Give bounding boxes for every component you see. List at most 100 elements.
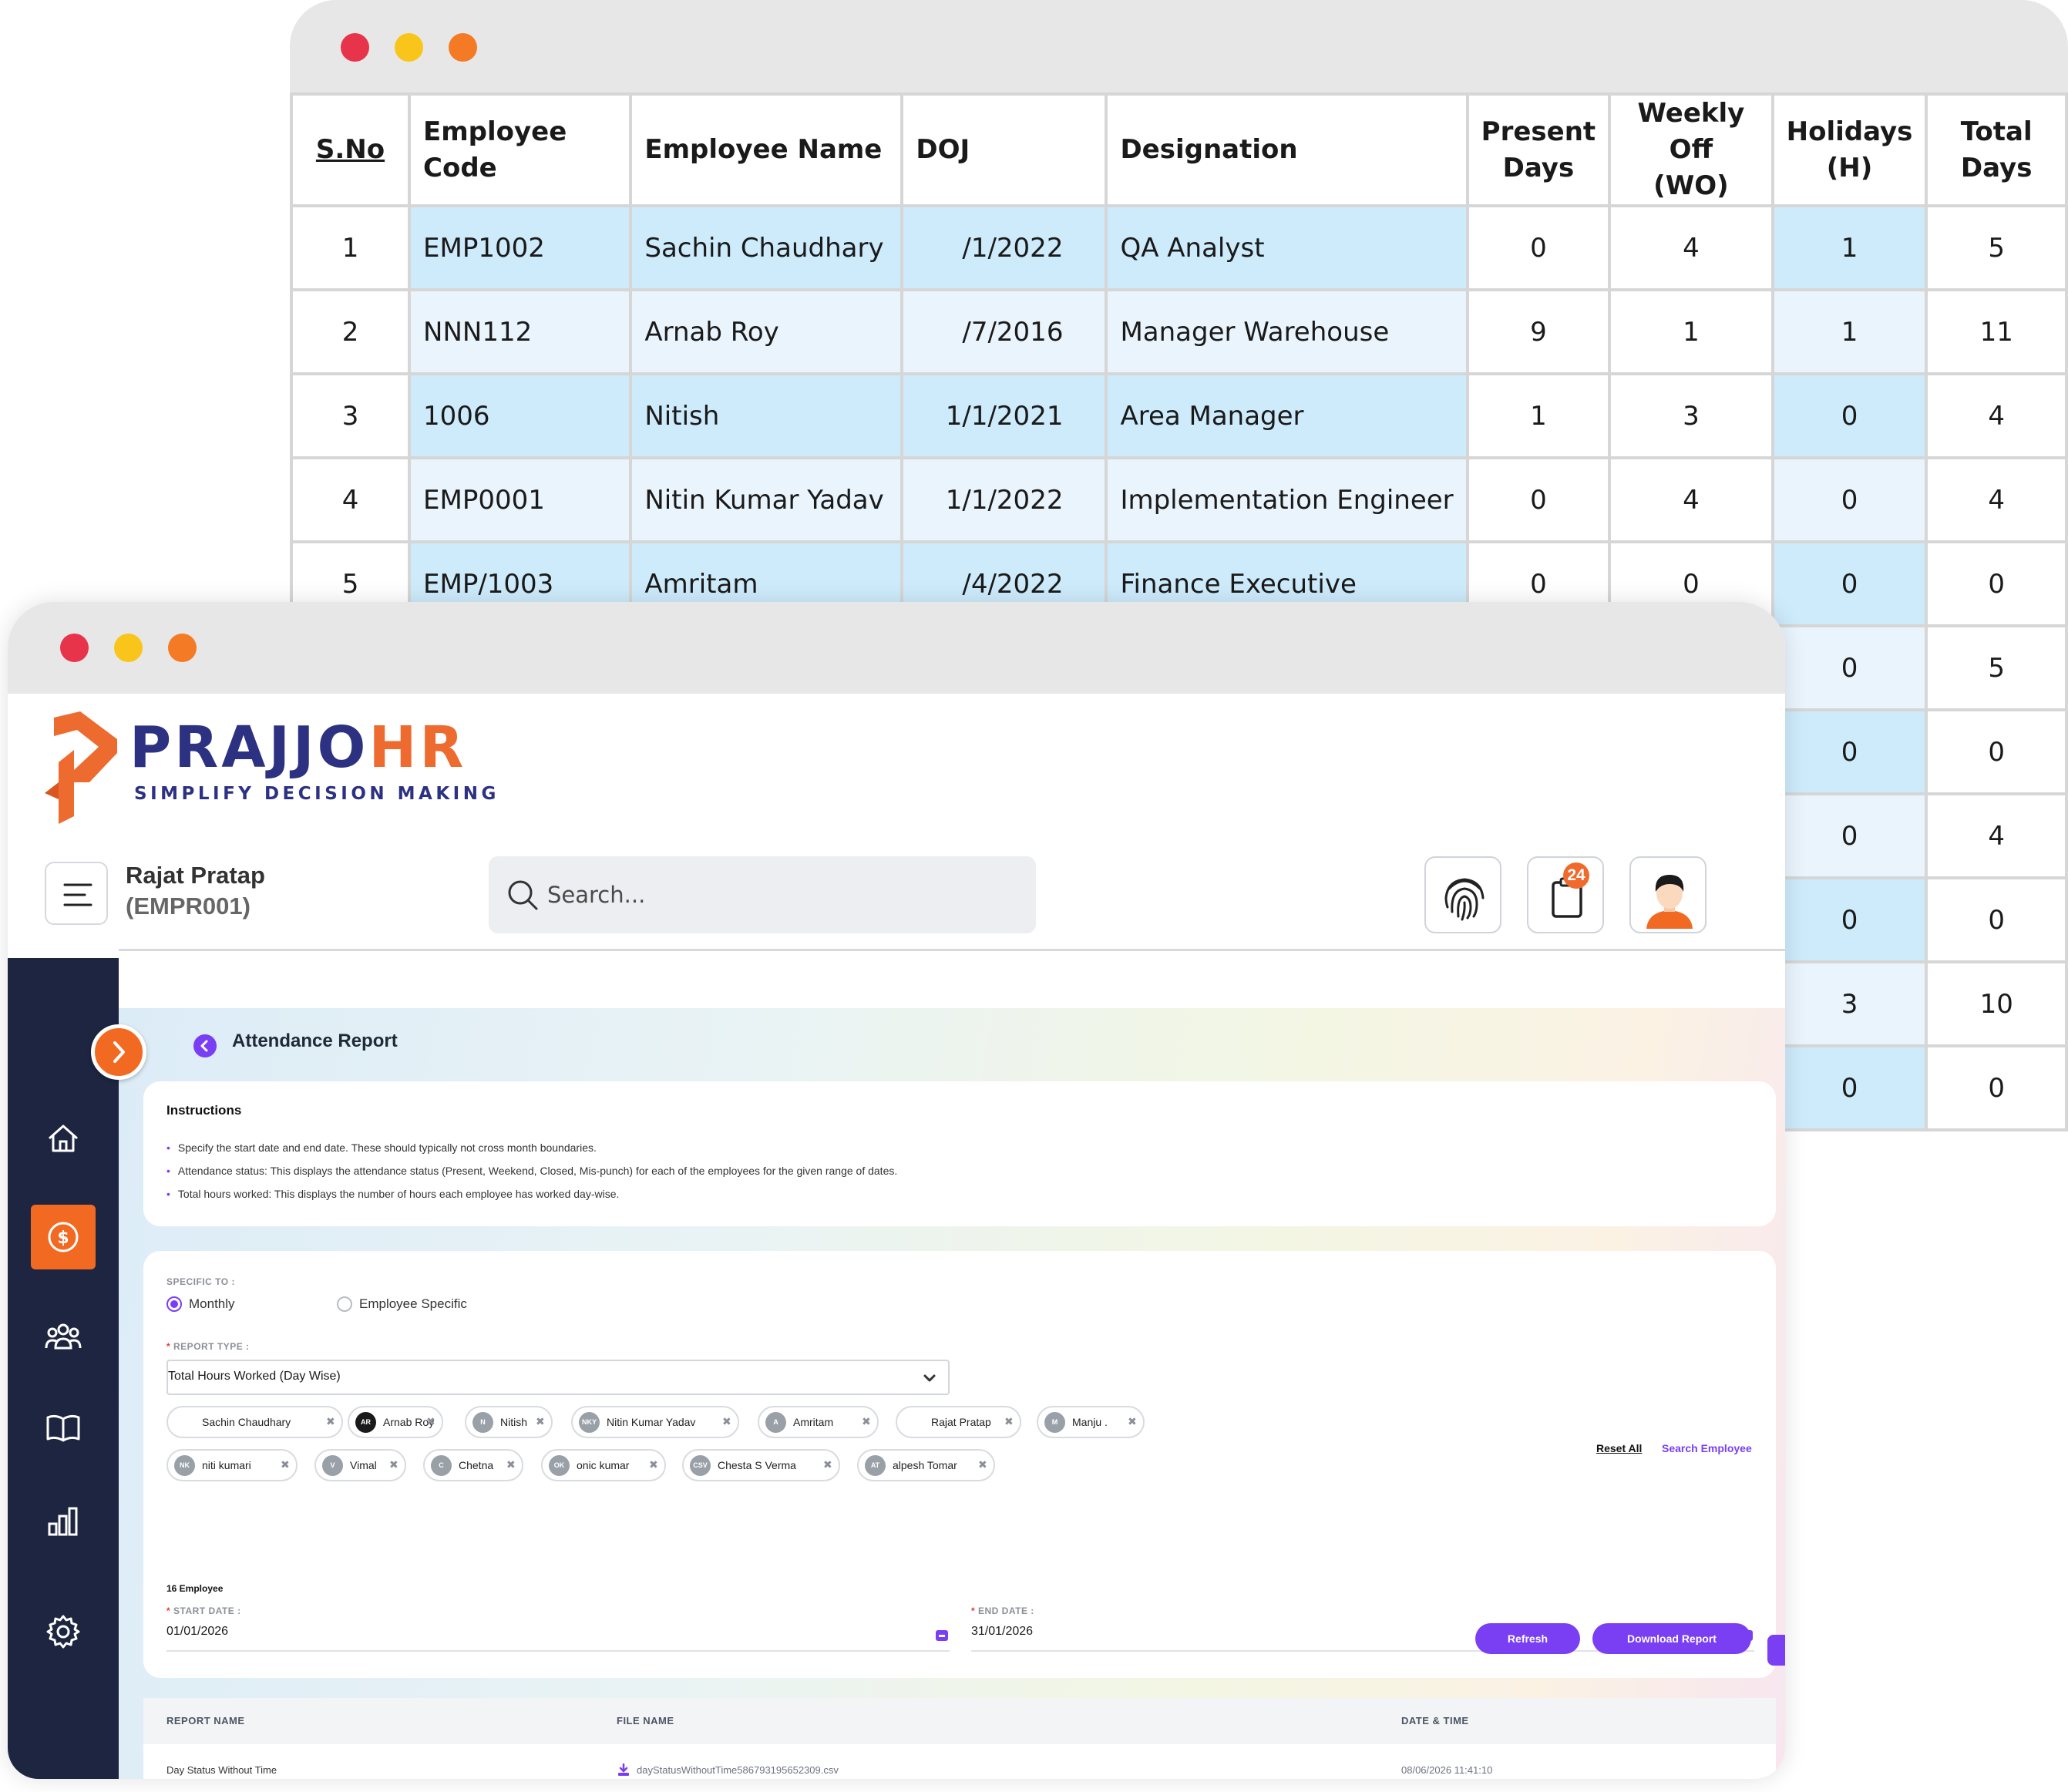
search-employee-link[interactable]: Search Employee [1662,1442,1752,1454]
download-report-button[interactable]: Download Report [1592,1623,1751,1654]
hamburger-menu-button[interactable] [45,862,108,925]
remove-employee-icon[interactable]: ✖ [326,1415,335,1428]
sidebar-expand-button[interactable] [91,1024,146,1080]
column-header-weekly_off: Weekly Off (WO) [1608,92,1774,207]
instruction-text: Specify the start date and end date. The… [177,1141,597,1154]
window-titlebar [290,0,2068,92]
maximize-window-button[interactable] [168,634,197,662]
calendar-icon[interactable] [934,1627,950,1642]
bar-chart-icon[interactable] [42,1501,85,1544]
remove-employee-icon[interactable]: ✖ [389,1458,398,1471]
settings-gear-icon[interactable] [42,1610,85,1653]
employee-chip[interactable]: A Amritam ✖ [758,1406,879,1438]
employee-chip[interactable]: OK onic kumar ✖ [541,1449,666,1481]
date-time-cell: 08/06/2026 11:41:10 [1401,1764,1493,1776]
chevron-left-icon [200,1040,208,1052]
report-type-select[interactable]: Total Hours Worked (Day Wise) [166,1360,950,1395]
employee-chip-name: onic kumar [577,1459,630,1471]
column-header-text: Days [1502,152,1575,183]
employee-specific-radio-label[interactable]: Employee Specific [359,1296,467,1312]
profile-avatar-button[interactable] [1629,856,1707,933]
end-date-field[interactable]: 31/01/2026 [971,1625,1033,1639]
employee-chip[interactable]: AT alpesh Tomar ✖ [857,1449,995,1481]
remove-employee-icon[interactable]: ✖ [506,1458,516,1471]
column-header-present: Present Days [1465,92,1612,207]
employee-chip[interactable]: Rajat Pratap ✖ [896,1406,1021,1438]
employee-specific-radio[interactable] [337,1296,352,1312]
minimize-window-button[interactable] [114,634,143,662]
remove-employee-icon[interactable]: ✖ [1004,1415,1014,1428]
employee-chip[interactable]: NK niti kumari ✖ [166,1449,298,1481]
dollar-icon[interactable]: $ [42,1215,85,1259]
cell-total: 10 [1925,960,2068,1047]
refresh-button[interactable]: Refresh [1475,1623,1580,1654]
start-date-field[interactable]: 01/01/2026 [166,1625,228,1639]
monthly-radio[interactable] [166,1296,182,1312]
cell-code: EMP1002 [408,204,633,291]
search-input[interactable] [547,856,1017,933]
employee-chip-name: Vimal [350,1459,377,1471]
employee-avatar: NKY [579,1412,600,1433]
employee-chip[interactable]: AR Arnab Roy ✖ [348,1406,443,1438]
column-header-report-name: REPORT NAME [166,1715,245,1726]
logo-word-main: PRAJJO [129,714,369,781]
cell-sno: 2 [289,288,412,375]
book-icon[interactable] [42,1407,85,1450]
table-row: 3 1006 Nitish 1/1/2021 Area Manager 1 3 0 4 [289,372,2068,459]
reports-table: REPORT NAME FILE NAME DATE & TIME Day St… [143,1698,1776,1779]
column-header-text: S.No [315,134,385,165]
cell-holidays: 0 [1770,456,1928,543]
notifications-button[interactable]: 24 [1527,856,1604,933]
cell-present: 0 [1465,204,1612,291]
cell-designation: Area Manager [1105,372,1469,459]
remove-employee-icon[interactable]: ✖ [823,1458,832,1471]
remove-employee-icon[interactable]: ✖ [862,1415,871,1428]
file-name-link[interactable]: dayStatusWithoutTime586793195652309.csv [637,1764,839,1776]
maximize-window-button[interactable] [449,33,477,62]
reset-all-link[interactable]: Reset All [1596,1442,1642,1454]
employee-chip-name: Nitin Kumar Yadav [607,1416,696,1428]
column-header-date-time: DATE & TIME [1401,1715,1469,1726]
remove-employee-icon[interactable]: ✖ [649,1458,658,1471]
home-icon[interactable] [42,1117,85,1160]
report-type-label-text: REPORT TYPE : [173,1341,250,1352]
close-window-button[interactable] [341,33,369,62]
column-header-holidays: Holidays (H) [1770,92,1928,207]
employee-chip[interactable]: N Nitish ✖ [465,1406,553,1438]
cell-designation: Implementation Engineer [1105,456,1469,543]
cell-total: 0 [1925,1044,2068,1131]
remove-employee-icon[interactable]: ✖ [281,1458,290,1471]
avatar-icon [1646,875,1693,929]
column-header-text: Days [1960,152,2033,183]
employee-chip[interactable]: NKY Nitin Kumar Yadav ✖ [571,1406,739,1438]
employee-chip[interactable]: C Chetna ✖ [423,1449,523,1481]
remove-employee-icon[interactable]: ✖ [536,1415,545,1428]
biometric-button[interactable] [1424,856,1501,933]
employee-chip[interactable]: CSV Chesta S Verma ✖ [682,1449,840,1481]
remove-employee-icon[interactable]: ✖ [1128,1415,1137,1428]
remove-employee-icon[interactable]: ✖ [978,1458,987,1471]
employee-chip[interactable]: Sachin Chaudhary ✖ [166,1406,343,1438]
prajjohr-logo: PRAJJOHR SIMPLIFY DECISION MAKING [43,708,496,824]
instruction-item: • Total hours worked: This displays the n… [166,1188,620,1200]
back-button[interactable] [193,1034,217,1057]
cell-doj: /1/2022 [900,204,1108,291]
side-panel-tab[interactable] [1767,1635,1785,1666]
monthly-radio-label[interactable]: Monthly [189,1296,235,1312]
employee-chip[interactable]: V Vimal ✖ [314,1449,406,1481]
fingerprint-icon [1444,878,1485,921]
team-icon[interactable] [42,1316,85,1359]
employee-avatar: N [472,1412,493,1433]
minimize-window-button[interactable] [395,33,423,62]
remove-employee-icon[interactable]: ✖ [722,1415,731,1428]
report-name-cell: Day Status Without Time [166,1764,277,1776]
remove-employee-icon[interactable]: ✖ [426,1415,435,1428]
close-window-button[interactable] [60,634,89,662]
column-header-text: DOJ [916,134,970,165]
column-header-text: (H) [1826,152,1873,183]
employee-avatar: OK [549,1455,570,1476]
search-bar[interactable] [489,856,1036,933]
download-file-icon[interactable] [617,1763,630,1777]
employee-chip[interactable]: M Manju . ✖ [1037,1406,1145,1438]
cell-total: 0 [1925,876,2068,963]
